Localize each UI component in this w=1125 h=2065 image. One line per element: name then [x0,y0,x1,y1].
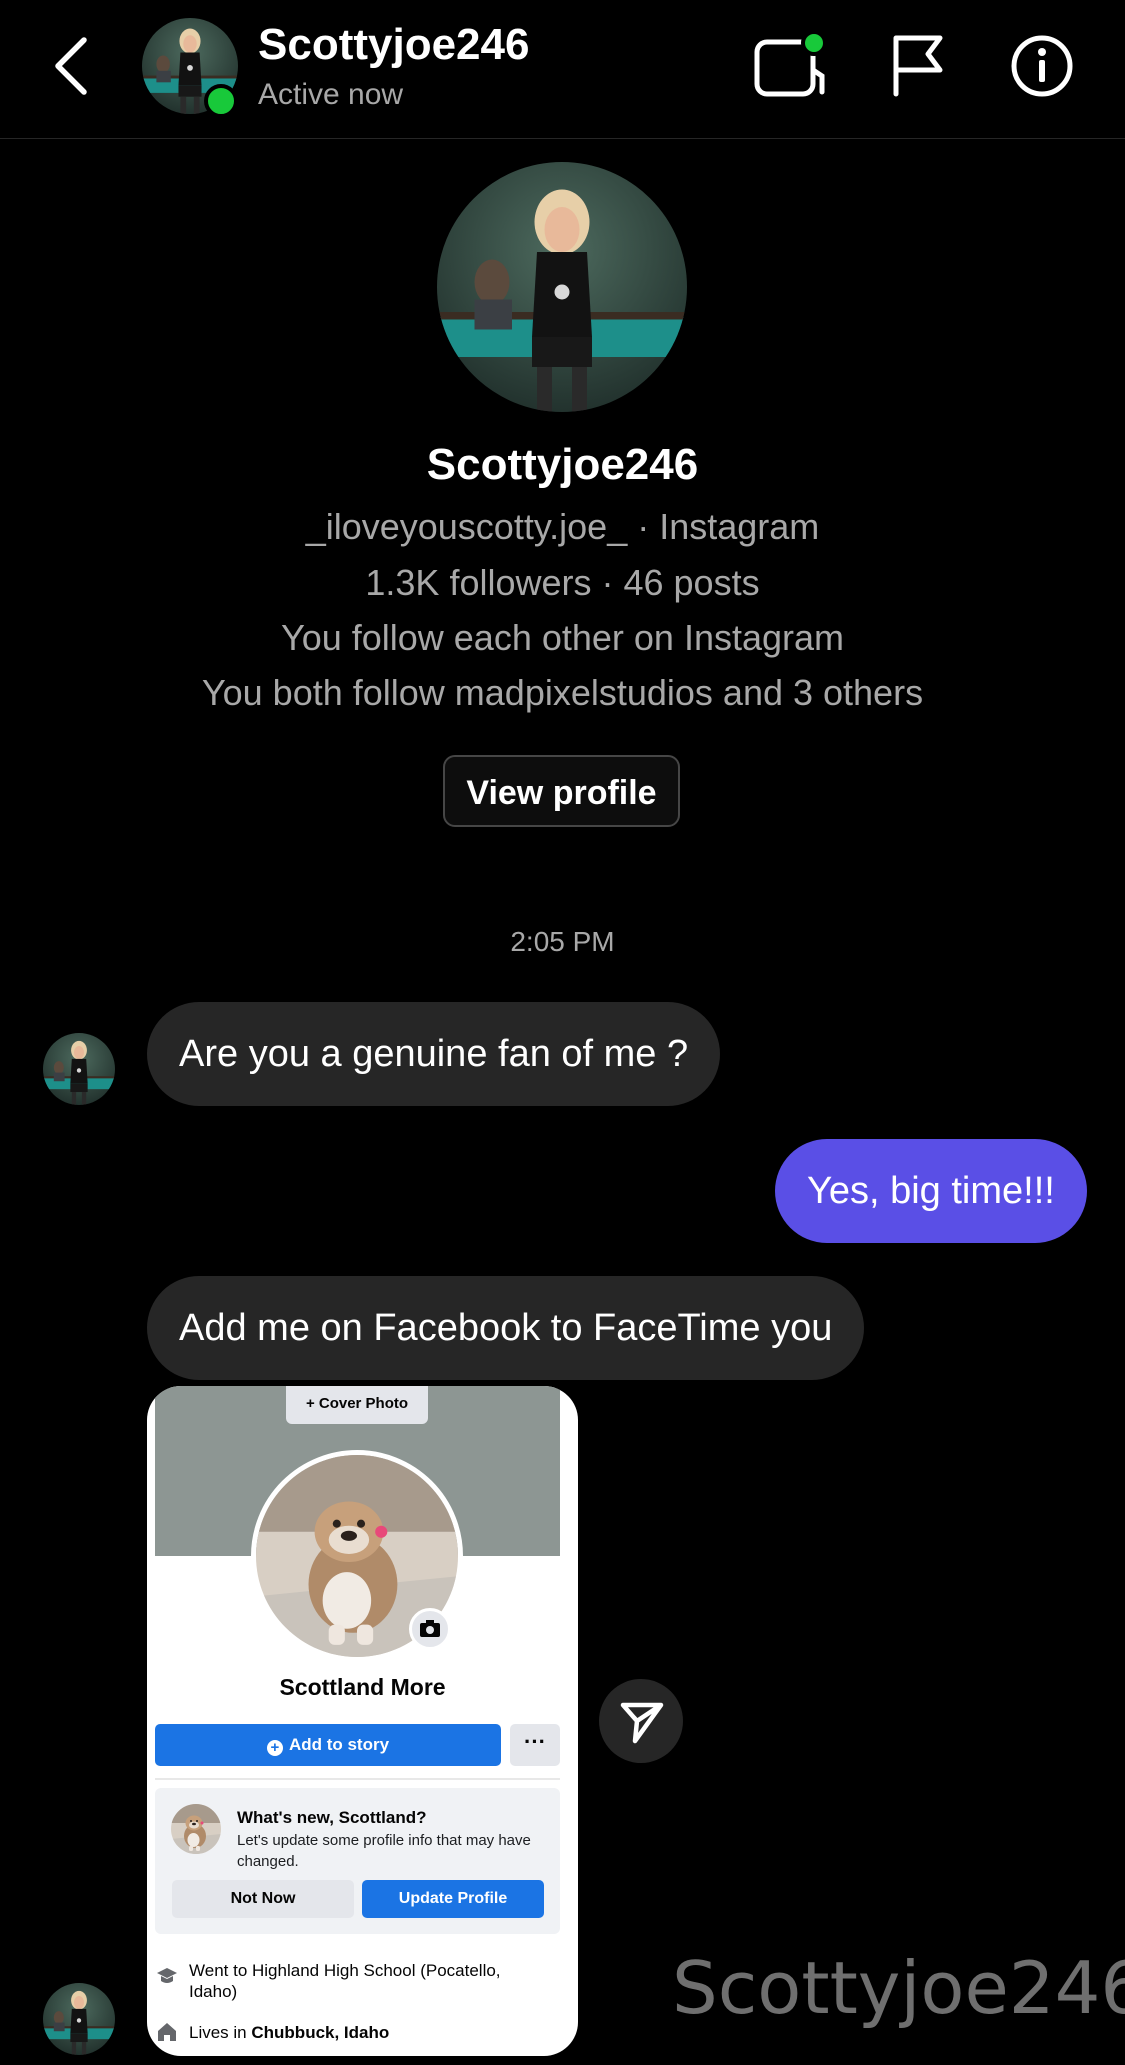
profile-handle: _iloveyouscotty.joe_ · Instagram [305,506,820,547]
video-call-icon[interactable] [752,30,828,100]
cover-photo-button: + Cover Photo [286,1386,428,1424]
divider [155,1778,560,1780]
camera-icon [409,1608,451,1650]
plus-circle-icon: + [266,1740,283,1756]
home-icon [158,2023,176,2041]
profile-mutual-follows: You both follow madpixelstudios and 3 ot… [201,672,924,713]
message-timestamp: 2:05 PM [510,926,615,957]
watermark-text: Scottyjoe246 [672,1946,1125,2030]
flag-icon[interactable] [888,32,948,98]
facebook-profile-name: Scottland More [279,1674,446,1700]
whats-new-panel: What's new, Scottland? Let's update some… [155,1788,560,1934]
whats-new-avatar [171,1804,221,1854]
profile-stats: 1.3K followers · 46 posts [365,562,760,603]
incoming-message[interactable]: Are you a genuine fan of me ? [147,1002,721,1106]
profile-name: Scottyjoe246 [426,440,699,489]
not-now-button: Not Now [172,1880,354,1918]
lives-prefix: Lives in [189,2023,252,2042]
profile-follow-status: You follow each other on Instagram [280,617,845,658]
online-status-dot [204,84,238,118]
view-profile-button[interactable]: View profile [443,755,680,827]
header-active-status: Active now [258,78,404,111]
send-share-icon [620,1702,664,1744]
header-username[interactable]: Scottyjoe246 [258,20,529,70]
info-icon[interactable] [1010,34,1074,98]
outgoing-message[interactable]: Yes, big time!!! [775,1139,1087,1243]
more-options-button: ··· [510,1724,560,1766]
back-icon[interactable] [48,34,98,98]
update-profile-button: Update Profile [362,1880,544,1918]
shared-facebook-screenshot[interactable]: + Cover Photo Scottland More + Add to sto… [147,1386,578,2056]
profile-avatar[interactable] [437,162,687,412]
lives-place: Chubbuck, Idaho [251,2023,390,2042]
whats-new-title: What's new, Scottland? [237,1808,427,1827]
education-info: Went to Highland High School (Pocatello,… [189,1961,501,2001]
school-icon [157,1968,177,1983]
location-info: Lives in Chubbuck, Idaho [189,2022,549,2043]
share-button[interactable] [599,1679,683,1763]
add-to-story-button: + Add to story [155,1724,501,1766]
sender-avatar[interactable] [43,1033,115,1105]
add-to-story-label: Add to story [288,1735,390,1754]
sender-avatar[interactable] [43,1983,115,2055]
whats-new-text: Let's update some profile info that may … [237,1832,531,1870]
incoming-message[interactable]: Add me on Facebook to FaceTime you [147,1276,865,1380]
